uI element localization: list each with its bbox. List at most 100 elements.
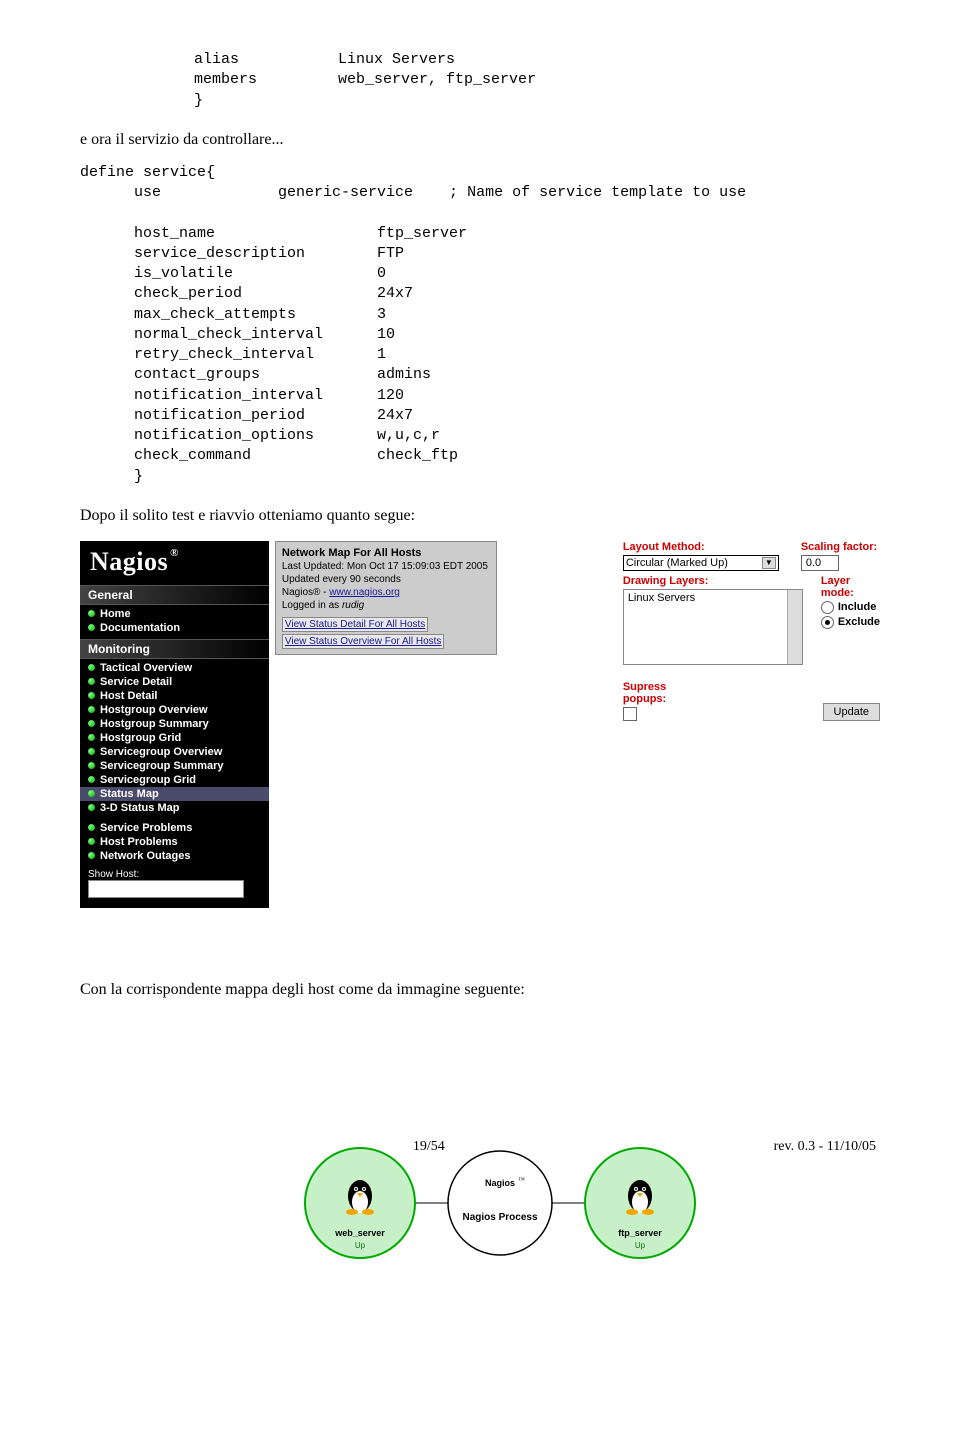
bullet-icon bbox=[88, 706, 95, 713]
radio-exclude[interactable]: Exclude bbox=[821, 616, 880, 629]
drawing-layers-label: Drawing Layers: bbox=[623, 575, 803, 587]
sidebar-label: Status Map bbox=[100, 788, 159, 800]
bullet-icon bbox=[88, 762, 95, 769]
nagios-org-link[interactable]: www.nagios.org bbox=[329, 587, 400, 598]
sidebar-label: Hostgroup Overview bbox=[100, 704, 208, 716]
scrollbar[interactable] bbox=[787, 590, 802, 664]
link-status-overview-all[interactable]: View Status Overview For All Hosts bbox=[282, 634, 445, 649]
network-map: web_server Up Nagios ™ Nagios Process ft… bbox=[290, 1128, 710, 1278]
sidebar-item-status-map[interactable]: Status Map bbox=[80, 787, 269, 801]
bullet-icon bbox=[88, 678, 95, 685]
exclude-label: Exclude bbox=[838, 616, 880, 628]
sidebar-item-hostgroup-grid[interactable]: Hostgroup Grid bbox=[80, 731, 269, 745]
bullet-icon bbox=[88, 720, 95, 727]
sidebar-item-host-detail[interactable]: Host Detail bbox=[80, 689, 269, 703]
sidebar-label: Hostgroup Summary bbox=[100, 718, 209, 730]
registered-icon: ® bbox=[170, 547, 179, 559]
code-define-service: define service{ use generic-service ; Na… bbox=[80, 163, 880, 487]
drawing-layers-list[interactable]: Linux Servers bbox=[623, 589, 803, 665]
update-button[interactable]: Update bbox=[823, 703, 880, 721]
nagios-logo-text: Nagios bbox=[90, 547, 168, 576]
sidebar-label: Servicegroup Grid bbox=[100, 774, 196, 786]
sidebar-item-servicegroup-summary[interactable]: Servicegroup Summary bbox=[80, 759, 269, 773]
show-host-input[interactable] bbox=[88, 880, 244, 898]
layer-mode-label: Layer mode: bbox=[821, 575, 880, 599]
layout-method-select[interactable]: Circular (Marked Up) ▼ bbox=[623, 555, 779, 571]
section-monitoring: Monitoring bbox=[80, 639, 269, 659]
sidebar-label: Network Outages bbox=[100, 850, 190, 862]
status-info-box: Network Map For All Hosts Last Updated: … bbox=[275, 541, 497, 655]
paragraph-after-restart: Dopo il solito test e riavvio otteniamo … bbox=[80, 507, 880, 525]
paragraph-map-note: Con la corrispondente mappa degli host c… bbox=[80, 981, 880, 999]
bullet-icon bbox=[88, 776, 95, 783]
paragraph-intro-service: e ora il servizio da controllare... bbox=[80, 131, 880, 149]
info-updated: Last Updated: Mon Oct 17 15:09:03 EDT 20… bbox=[282, 560, 490, 573]
layout-method-label: Layout Method: bbox=[623, 541, 783, 553]
bullet-icon bbox=[88, 624, 95, 631]
bullet-icon bbox=[88, 734, 95, 741]
show-host-label: Show Host: bbox=[88, 869, 261, 880]
sidebar-label: 3-D Status Map bbox=[100, 802, 179, 814]
sidebar-item-hostgroup-overview[interactable]: Hostgroup Overview bbox=[80, 703, 269, 717]
info-login: Logged in as rudig bbox=[282, 599, 490, 612]
sidebar-label: Servicegroup Summary bbox=[100, 760, 224, 772]
info-title: Network Map For All Hosts bbox=[282, 546, 490, 560]
code-hostgroup: alias Linux Servers members web_server, … bbox=[80, 50, 880, 111]
bullet-icon bbox=[88, 692, 95, 699]
map-svg: web_server Up Nagios ™ Nagios Process ft… bbox=[290, 1128, 710, 1278]
bullet-icon bbox=[88, 852, 95, 859]
sidebar-item-3d-status-map[interactable]: 3-D Status Map bbox=[80, 801, 269, 815]
trademark-icon: ™ bbox=[518, 1176, 525, 1184]
sidebar-item-hostgroup-summary[interactable]: Hostgroup Summary bbox=[80, 717, 269, 731]
nagios-logo: Nagios® bbox=[80, 541, 269, 581]
nagios-sidebar: Nagios® General Home Documentation Monit… bbox=[80, 541, 269, 908]
include-label: Include bbox=[838, 601, 877, 613]
info-product: Nagios® - www.nagios.org bbox=[282, 586, 490, 599]
sidebar-label: Tactical Overview bbox=[100, 662, 192, 674]
suppress-popups-checkbox[interactable] bbox=[623, 707, 637, 721]
sidebar-label: Host Problems bbox=[100, 836, 178, 848]
host-status-up: Up bbox=[355, 1241, 366, 1250]
sidebar-label: Service Detail bbox=[100, 676, 172, 688]
section-general: General bbox=[80, 585, 269, 605]
chevron-down-icon: ▼ bbox=[762, 557, 776, 569]
radio-include[interactable]: Include bbox=[821, 601, 880, 614]
bullet-icon bbox=[88, 824, 95, 831]
map-controls: Layout Method: Circular (Marked Up) ▼ Sc… bbox=[503, 541, 880, 723]
bullet-icon bbox=[88, 610, 95, 617]
sidebar-label: Servicegroup Overview bbox=[100, 746, 222, 758]
sidebar-item-service-detail[interactable]: Service Detail bbox=[80, 675, 269, 689]
sidebar-item-servicegroup-overview[interactable]: Servicegroup Overview bbox=[80, 745, 269, 759]
sidebar-item-service-problems[interactable]: Service Problems bbox=[80, 821, 269, 835]
show-host-area: Show Host: bbox=[80, 863, 269, 898]
sidebar-label: Home bbox=[100, 608, 131, 620]
nagios-screenshot: Nagios® General Home Documentation Monit… bbox=[80, 541, 880, 941]
host-status-up: Up bbox=[635, 1241, 646, 1250]
drawing-layers-value: Linux Servers bbox=[628, 592, 695, 604]
host-web-server: web_server bbox=[334, 1228, 385, 1238]
nagios-label: Nagios bbox=[485, 1178, 515, 1188]
layout-method-value: Circular (Marked Up) bbox=[626, 557, 728, 569]
bullet-icon bbox=[88, 664, 95, 671]
nagios-process-label: Nagios Process bbox=[462, 1212, 537, 1223]
sidebar-label: Service Problems bbox=[100, 822, 192, 834]
sidebar-item-network-outages[interactable]: Network Outages bbox=[80, 849, 269, 863]
bullet-icon bbox=[88, 748, 95, 755]
revision: rev. 0.3 - 11/10/05 bbox=[774, 1139, 876, 1155]
link-status-detail-all[interactable]: View Status Detail For All Hosts bbox=[282, 617, 428, 632]
bullet-icon bbox=[88, 804, 95, 811]
sidebar-label: Host Detail bbox=[100, 690, 157, 702]
bullet-icon bbox=[88, 838, 95, 845]
sidebar-item-documentation[interactable]: Documentation bbox=[80, 621, 269, 635]
sidebar-item-tactical[interactable]: Tactical Overview bbox=[80, 661, 269, 675]
info-refresh: Updated every 90 seconds bbox=[282, 573, 490, 586]
scaling-factor-input[interactable]: 0.0 bbox=[801, 555, 839, 571]
sidebar-item-home[interactable]: Home bbox=[80, 607, 269, 621]
sidebar-label: Documentation bbox=[100, 622, 180, 634]
sidebar-item-host-problems[interactable]: Host Problems bbox=[80, 835, 269, 849]
scaling-factor-label: Scaling factor: bbox=[801, 541, 877, 553]
sidebar-label: Hostgroup Grid bbox=[100, 732, 181, 744]
sidebar-item-servicegroup-grid[interactable]: Servicegroup Grid bbox=[80, 773, 269, 787]
suppress-popups-label: Supress popups: bbox=[623, 681, 695, 705]
host-ftp-server: ftp_server bbox=[618, 1228, 662, 1238]
